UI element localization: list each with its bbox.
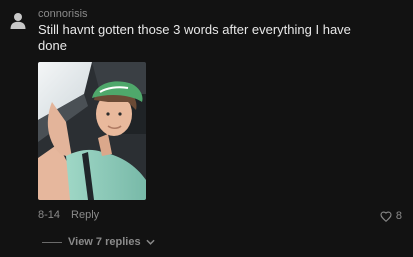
- view-replies-label: View 7 replies: [68, 236, 141, 248]
- default-avatar-icon[interactable]: [9, 11, 27, 29]
- heart-icon: [380, 210, 392, 222]
- view-replies-button[interactable]: View 7 replies: [42, 236, 155, 248]
- like-count: 8: [395, 210, 402, 222]
- comment-text: Still havnt gotten those 3 words after e…: [38, 22, 351, 53]
- comment-username[interactable]: connorisis: [38, 8, 88, 20]
- comment-meta: 8-14 Reply: [38, 209, 99, 221]
- like-button[interactable]: 8: [380, 210, 402, 222]
- replies-divider-line: [42, 241, 62, 243]
- reply-button[interactable]: Reply: [71, 209, 99, 221]
- comment-date: 8-14: [38, 209, 61, 221]
- chevron-down-icon: [145, 239, 155, 245]
- comment-photo[interactable]: [38, 62, 146, 200]
